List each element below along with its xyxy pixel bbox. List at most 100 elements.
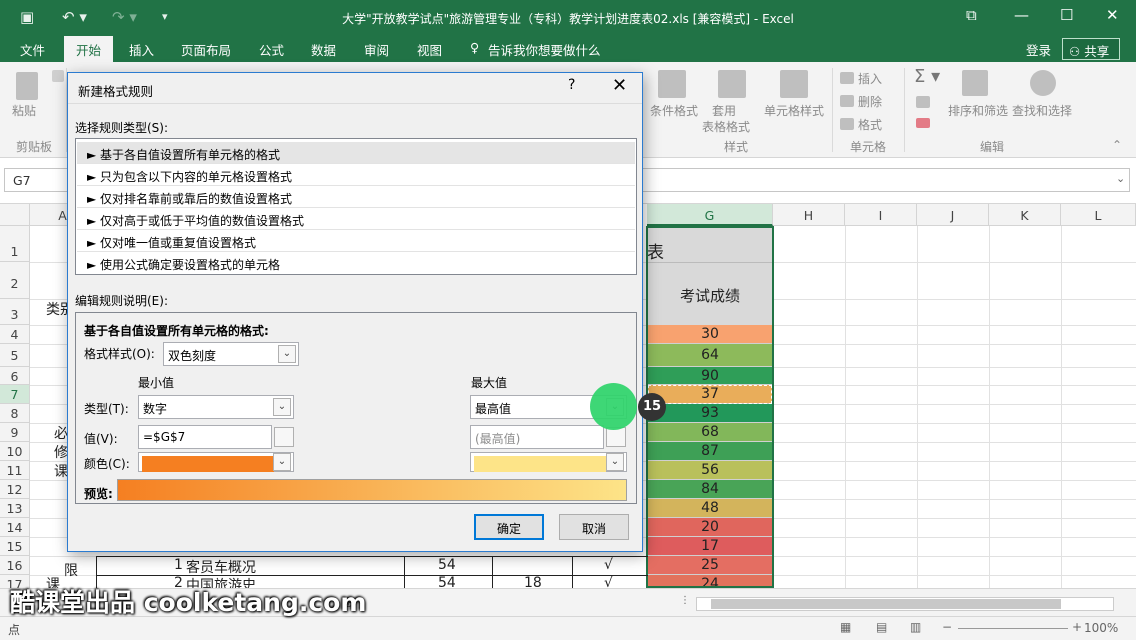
rule-type-list[interactable]: ► 基于各自值设置所有单元格的格式 ► 只为包含以下内容的单元格设置格式 ► 仅…: [75, 138, 637, 275]
rule-type-item-top-bottom[interactable]: ► 仅对排名靠前或靠后的数值设置格式: [77, 186, 635, 208]
cancel-button[interactable]: 取消: [559, 514, 629, 540]
horizontal-scrollbar[interactable]: [696, 597, 1114, 611]
row-header[interactable]: 10: [0, 442, 30, 461]
exam-score-cell[interactable]: 24: [647, 575, 773, 588]
expand-formula-icon[interactable]: ⌄: [1116, 172, 1125, 185]
fill-icon[interactable]: [916, 96, 930, 108]
table-format-icon[interactable]: [718, 70, 746, 98]
row-header[interactable]: 13: [0, 499, 30, 518]
column-header-h[interactable]: H: [773, 204, 845, 226]
row-header[interactable]: 5: [0, 344, 30, 367]
rule-type-item-average[interactable]: ► 仅对高于或低于平均值的数值设置格式: [77, 208, 635, 230]
delete-cells-icon[interactable]: [840, 95, 854, 107]
collapse-ribbon-icon[interactable]: ⌃: [1112, 138, 1122, 152]
row-header[interactable]: 3: [0, 299, 30, 325]
row-header[interactable]: 15: [0, 537, 30, 556]
exam-score-cell[interactable]: 25: [647, 556, 773, 575]
cell-style-icon[interactable]: [780, 70, 808, 98]
zoom-out-icon[interactable]: −: [942, 620, 952, 634]
row-header[interactable]: 11: [0, 461, 30, 480]
exam-score-header[interactable]: 考试成绩: [647, 262, 773, 325]
min-color-picker[interactable]: ⌄: [138, 452, 294, 472]
page-layout-view-icon[interactable]: ▤: [876, 620, 887, 634]
exam-score-cell[interactable]: 64: [647, 344, 773, 367]
zoom-in-icon[interactable]: +: [1072, 620, 1082, 634]
chevron-down-icon[interactable]: ⌄: [606, 453, 624, 471]
table-format-button-line2[interactable]: 表格格式: [702, 118, 750, 135]
paste-button[interactable]: 粘贴: [12, 102, 36, 119]
tab-file[interactable]: 文件: [20, 40, 45, 59]
row16-mark[interactable]: √: [604, 557, 613, 573]
sheet-title-fragment[interactable]: 表: [647, 226, 773, 263]
range-picker-icon[interactable]: [606, 427, 626, 447]
row17-mark[interactable]: √: [604, 575, 613, 588]
ok-button[interactable]: 确定: [474, 514, 544, 540]
row-header[interactable]: 6: [0, 367, 30, 385]
minimize-icon[interactable]: —: [1014, 6, 1029, 24]
row-header[interactable]: 14: [0, 518, 30, 537]
chevron-down-icon[interactable]: ⌄: [273, 398, 291, 416]
sort-filter-button[interactable]: 排序和筛选: [948, 102, 1008, 119]
tab-review[interactable]: 审阅: [364, 40, 389, 59]
row-header[interactable]: 9: [0, 423, 30, 442]
row16-hours[interactable]: 54: [438, 557, 456, 573]
maximize-icon[interactable]: ☐: [1060, 6, 1073, 24]
find-select-icon[interactable]: [1030, 70, 1056, 96]
scrollbar-thumb[interactable]: [711, 599, 1061, 609]
row-header[interactable]: 12: [0, 480, 30, 499]
tab-insert[interactable]: 插入: [129, 40, 154, 59]
exam-score-cell[interactable]: 56: [647, 461, 773, 480]
cut-icon[interactable]: [52, 70, 64, 82]
row16-course[interactable]: 客员车概况: [186, 557, 256, 577]
exam-score-cell[interactable]: 90: [647, 367, 773, 385]
format-cells-button[interactable]: 格式: [858, 116, 882, 133]
max-value-input[interactable]: (最高值): [470, 425, 604, 449]
row16-num[interactable]: 1: [174, 557, 183, 573]
conditional-format-icon[interactable]: [658, 70, 686, 98]
formula-input[interactable]: [640, 168, 1130, 192]
max-color-picker[interactable]: ⌄: [470, 452, 627, 472]
rule-type-item-each-value[interactable]: ► 基于各自值设置所有单元格的格式: [77, 142, 635, 164]
exam-score-cell[interactable]: 68: [647, 423, 773, 442]
find-select-button[interactable]: 查找和选择: [1012, 102, 1072, 119]
zoom-slider[interactable]: [958, 628, 1068, 629]
min-type-dropdown[interactable]: 数字 ⌄: [138, 395, 294, 419]
zoom-level[interactable]: 100%: [1084, 621, 1118, 635]
row-header[interactable]: 1: [0, 226, 30, 262]
chevron-down-icon[interactable]: ⌄: [278, 345, 296, 363]
tab-home[interactable]: 开始: [64, 36, 114, 62]
format-cells-icon[interactable]: [840, 118, 854, 130]
chevron-down-icon[interactable]: ⌄: [273, 453, 291, 471]
tab-page-layout[interactable]: 页面布局: [181, 40, 231, 59]
sort-filter-icon[interactable]: [962, 70, 988, 96]
cell-style-button[interactable]: 单元格样式: [764, 102, 824, 119]
min-value-input[interactable]: =$G$7: [138, 425, 272, 449]
rule-type-item-unique-duplicate[interactable]: ► 仅对唯一值或重复值设置格式: [77, 230, 635, 252]
exam-score-cell[interactable]: 20: [647, 518, 773, 537]
close-icon[interactable]: ✕: [612, 75, 627, 96]
tab-view[interactable]: 视图: [417, 40, 442, 59]
ribbon-display-icon[interactable]: ⧉: [966, 6, 977, 24]
row17-credit[interactable]: 18: [524, 575, 542, 588]
column-header-l[interactable]: L: [1061, 204, 1136, 226]
exam-score-cell[interactable]: 87: [647, 442, 773, 461]
column-header-j[interactable]: J: [917, 204, 989, 226]
rule-type-item-contains[interactable]: ► 只为包含以下内容的单元格设置格式: [77, 164, 635, 186]
tab-data[interactable]: 数据: [311, 40, 336, 59]
close-window-icon[interactable]: ✕: [1106, 6, 1119, 24]
table-format-button-line1[interactable]: 套用: [712, 102, 736, 119]
clear-icon[interactable]: [916, 118, 930, 128]
share-button[interactable]: ⚇ 共享: [1062, 38, 1120, 60]
row17-hours[interactable]: 54: [438, 575, 456, 588]
normal-view-icon[interactable]: ▦: [840, 620, 851, 634]
help-button[interactable]: ?: [568, 77, 575, 93]
conditional-format-button[interactable]: 条件格式: [650, 102, 698, 119]
exam-score-cell[interactable]: 84: [647, 480, 773, 499]
autosum-icon[interactable]: Σ ▾: [914, 66, 940, 87]
row-header[interactable]: 7: [0, 385, 30, 404]
row-header[interactable]: 2: [0, 262, 30, 299]
row-header[interactable]: 4: [0, 325, 30, 344]
column-header-g[interactable]: G: [647, 204, 773, 226]
insert-cells-icon[interactable]: [840, 72, 854, 84]
exam-score-cell[interactable]: 17: [647, 537, 773, 556]
